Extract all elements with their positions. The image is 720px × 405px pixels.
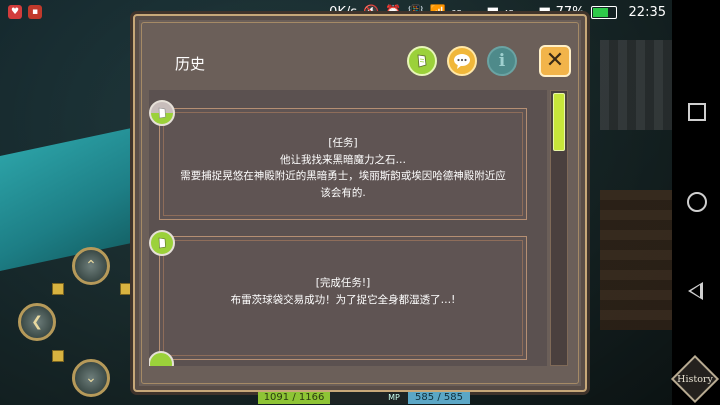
mp-label: MP xyxy=(380,391,408,404)
clock: 22:35 xyxy=(628,5,666,20)
entry-line: 他让我找来黑暗魔力之石… xyxy=(280,153,406,166)
home-button[interactable] xyxy=(687,192,707,212)
battery-icon xyxy=(590,6,617,19)
hud-separator xyxy=(330,391,380,404)
close-button[interactable]: ✕ xyxy=(539,45,571,77)
entry-tag: [任务] xyxy=(328,137,358,149)
scrollbar-thumb[interactable] xyxy=(553,93,565,151)
recent-apps-button[interactable] xyxy=(688,103,706,121)
mp-bar: 585 / 585 xyxy=(408,391,470,404)
skill-slot-1[interactable] xyxy=(52,283,64,295)
back-button[interactable] xyxy=(688,282,703,300)
game-wall xyxy=(600,40,672,130)
game-app-icon: ▪ xyxy=(28,5,42,19)
dialog-title: 历史 xyxy=(175,55,206,73)
entry-tag: [完成任务!] xyxy=(315,277,371,289)
entry-text: [完成任务!] 布雷茨球袋交易成功！为了捉它全身都湿透了…! xyxy=(160,275,526,308)
chat-filter-button[interactable] xyxy=(447,46,477,76)
skill-slot-2[interactable] xyxy=(52,350,64,362)
move-left-button[interactable]: ❮ xyxy=(18,303,56,341)
scrollbar-track[interactable] xyxy=(550,90,568,366)
info-icon: i xyxy=(498,51,506,71)
heart-app-icon: ♥ xyxy=(8,5,22,19)
history-entry: [任务] 他让我找来黑暗魔力之石… 需要捕捉晃悠在神殿附近的黑暗勇士，埃丽斯韵或… xyxy=(149,100,527,220)
player-stats-hud: 1091 / 1166 MP 585 / 585 xyxy=(258,390,470,405)
close-icon: ✕ xyxy=(545,48,565,73)
chat-bubble-icon xyxy=(454,54,470,69)
quest-page-icon xyxy=(417,54,427,68)
move-down-button[interactable]: ⌄ xyxy=(72,359,110,397)
history-button[interactable]: History xyxy=(670,354,720,404)
history-label: History xyxy=(677,373,713,385)
quest-entry-icon xyxy=(149,100,175,126)
entry-line: 需要捕捉晃悠在神殿附近的黑暗勇士，埃丽斯韵或埃因哈德神殿附近应 xyxy=(180,170,506,182)
info-filter-button[interactable]: i xyxy=(487,46,517,76)
move-up-button[interactable]: ⌃ xyxy=(72,247,110,285)
game-wooden-crates xyxy=(600,190,672,330)
entry-text: [任务] 他让我找来黑暗魔力之石… 需要捕捉晃悠在神殿附近的黑暗勇士，埃丽斯韵或… xyxy=(160,135,526,201)
skill-slot-3[interactable] xyxy=(120,283,132,295)
quest-complete-icon xyxy=(149,230,175,256)
entry-line: 该会有的. xyxy=(320,186,366,199)
entry-line: 布雷茨球袋交易成功！为了捉它全身都湿透了…! xyxy=(230,293,456,306)
history-entry: [完成任务!] 布雷茨球袋交易成功！为了捉它全身都湿透了…! xyxy=(149,230,527,360)
hp-bar: 1091 / 1166 xyxy=(258,391,330,404)
navigation-bar xyxy=(672,0,720,405)
quest-filter-button[interactable] xyxy=(407,46,437,76)
history-dialog: 历史 i ✕ [任务] 他让我找来黑暗魔力之石… 需要捕捉晃悠在神殿附近的黑暗勇… xyxy=(133,14,587,392)
history-list[interactable]: [任务] 他让我找来黑暗魔力之石… 需要捕捉晃悠在神殿附近的黑暗勇士，埃丽斯韵或… xyxy=(149,90,547,366)
